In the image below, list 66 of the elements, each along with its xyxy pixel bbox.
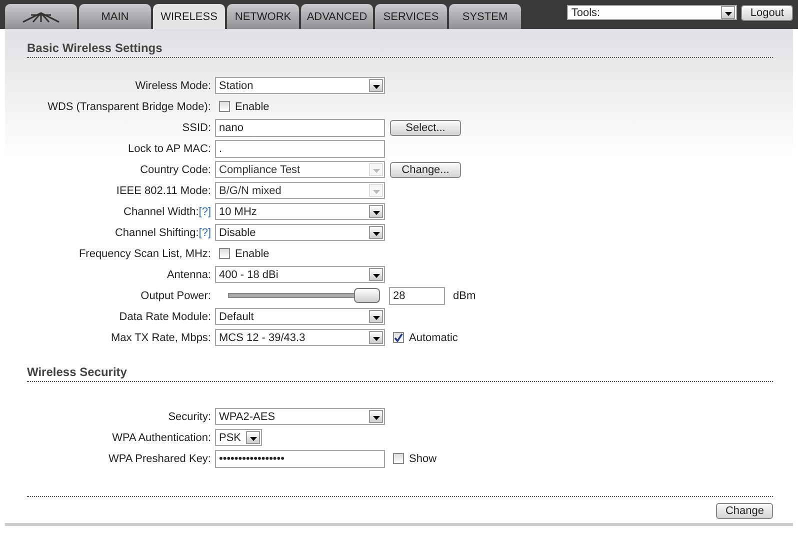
nav-tab[interactable]: MAIN bbox=[79, 4, 151, 29]
field-label: Max TX Rate, Mbps: bbox=[110, 332, 211, 344]
caret-icon bbox=[372, 316, 380, 320]
field-label: WPA Authentication: bbox=[112, 432, 211, 444]
checkbox-label: Enable bbox=[235, 100, 270, 112]
text-field[interactable]: ••••••••••••••••• bbox=[215, 450, 385, 468]
nav-tab[interactable]: ADVANCED bbox=[301, 4, 373, 29]
slider-track[interactable] bbox=[228, 288, 380, 303]
logo-icon bbox=[21, 10, 61, 22]
change-button[interactable]: Change bbox=[716, 503, 773, 519]
field-label: Security: bbox=[168, 410, 211, 422]
checkbox-label: Show bbox=[409, 452, 437, 464]
section-title: Basic Wireless Settings bbox=[27, 41, 773, 58]
checkbox[interactable] bbox=[393, 332, 404, 343]
checkbox[interactable] bbox=[219, 101, 230, 112]
nav-tab[interactable]: WIRELESS bbox=[153, 4, 225, 29]
logout-button[interactable]: Logout bbox=[741, 5, 793, 21]
caret-icon bbox=[372, 211, 380, 215]
dropdown[interactable]: Disable bbox=[215, 224, 385, 241]
tools-dropdown[interactable]: Tools: bbox=[567, 5, 738, 20]
caret-icon bbox=[372, 337, 380, 341]
action-button[interactable]: Select... bbox=[390, 120, 461, 136]
slider-handle[interactable] bbox=[354, 288, 380, 303]
checkbox[interactable] bbox=[219, 248, 230, 259]
field-label: SSID: bbox=[182, 122, 211, 134]
text-field[interactable]: nano bbox=[215, 118, 385, 136]
caret-icon bbox=[372, 232, 380, 236]
number-field[interactable]: 28 bbox=[389, 286, 445, 304]
field-label: Antenna: bbox=[166, 268, 211, 280]
field-label: Channel Width: bbox=[124, 206, 199, 218]
checkbox-label: Enable bbox=[235, 248, 270, 260]
caret-icon bbox=[372, 169, 380, 173]
dropdown[interactable]: 10 MHz bbox=[215, 203, 385, 220]
caret-icon bbox=[724, 12, 732, 16]
help-link[interactable]: [?] bbox=[198, 206, 211, 218]
dropdown[interactable]: Default bbox=[215, 308, 385, 325]
dropdown[interactable]: PSK bbox=[215, 429, 262, 446]
field-label: Frequency Scan List, MHz: bbox=[78, 248, 211, 260]
caret-icon bbox=[372, 416, 380, 420]
field-label: WDS (Transparent Bridge Mode): bbox=[48, 100, 211, 112]
field-label: IEEE 802.11 Mode: bbox=[116, 184, 211, 196]
field-label: Wireless Mode: bbox=[135, 80, 211, 92]
caret-icon bbox=[372, 190, 380, 194]
caret-icon bbox=[372, 274, 380, 278]
nav-tab[interactable]: SERVICES bbox=[375, 4, 447, 29]
checkbox-label: Automatic bbox=[409, 332, 458, 344]
caret-icon bbox=[372, 85, 380, 89]
help-link[interactable]: [?] bbox=[198, 226, 211, 238]
logo-tab[interactable] bbox=[5, 4, 77, 29]
dropdown[interactable]: Station bbox=[215, 77, 385, 94]
dropdown[interactable]: MCS 12 - 39/43.3 bbox=[215, 329, 385, 346]
caret-icon bbox=[250, 437, 256, 441]
field-label: WPA Preshared Key: bbox=[108, 452, 211, 464]
nav-tab[interactable]: NETWORK bbox=[227, 4, 299, 29]
field-label: Output Power: bbox=[140, 290, 211, 302]
field-label: Lock to AP MAC: bbox=[128, 142, 211, 154]
dropdown[interactable]: 400 - 18 dBi bbox=[215, 266, 385, 283]
field-label: Country Code: bbox=[140, 164, 211, 176]
text-field[interactable]: . bbox=[215, 140, 385, 158]
unit-label: dBm bbox=[453, 290, 476, 302]
checkbox[interactable] bbox=[393, 453, 404, 464]
dropdown[interactable]: WPA2-AES bbox=[215, 408, 385, 425]
section-title: Wireless Security bbox=[27, 365, 773, 382]
field-label: Channel Shifting: bbox=[114, 226, 199, 238]
nav-tab[interactable]: SYSTEM bbox=[449, 4, 521, 29]
field-label: Data Rate Module: bbox=[119, 310, 211, 322]
